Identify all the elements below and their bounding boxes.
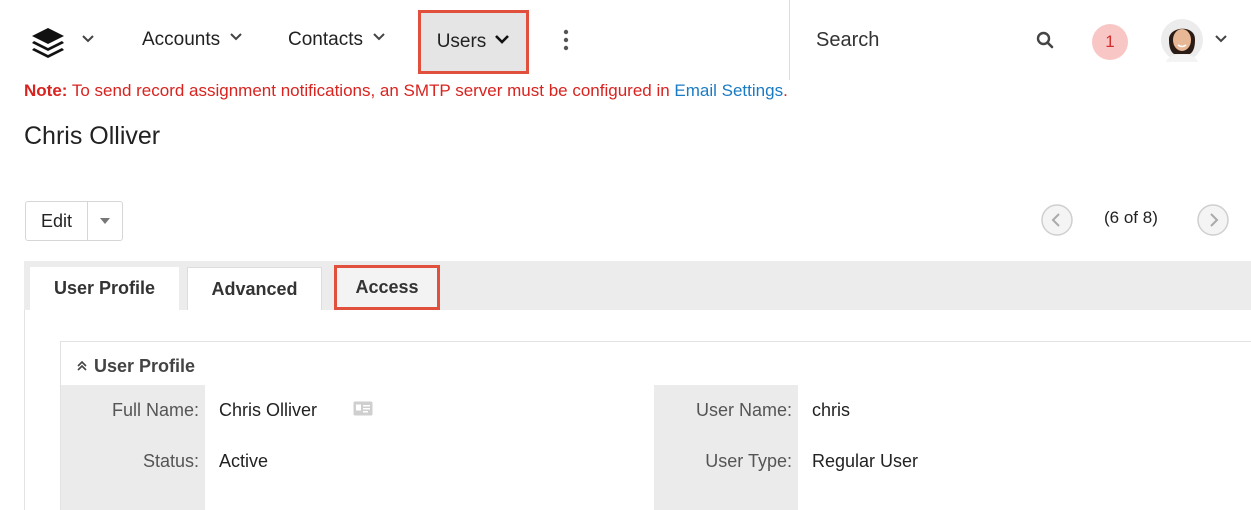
tab-access[interactable]: Access	[334, 265, 440, 310]
nav-accounts[interactable]: Accounts	[142, 29, 244, 51]
record-pager-count: (6 of 8)	[1104, 208, 1158, 227]
edit-button-group: Edit	[25, 201, 124, 241]
edit-button[interactable]: Edit	[26, 202, 89, 240]
smtp-note: Note: To send record assignment notifica…	[24, 81, 788, 101]
email-settings-link[interactable]: Email Settings	[674, 81, 783, 100]
nav-accounts-label: Accounts	[142, 29, 221, 50]
nav-contacts-label: Contacts	[288, 29, 363, 50]
nav-users[interactable]: Users	[418, 10, 529, 74]
search-input[interactable]	[816, 29, 1016, 52]
status-label: Status:	[142, 451, 199, 471]
chevron-down-icon[interactable]	[1213, 31, 1229, 52]
user-type-label: User Type:	[705, 451, 792, 471]
chevron-down-icon[interactable]	[371, 29, 387, 51]
user-name-value: chris	[812, 400, 851, 420]
search-box	[789, 0, 1072, 80]
panel-header-toggle[interactable]: User Profile	[76, 356, 195, 377]
page-title: Chris Olliver	[24, 122, 161, 150]
note-prefix: Note:	[24, 81, 68, 100]
chevron-down-icon[interactable]	[494, 31, 510, 53]
top-navigation: Accounts Contacts Users 1	[0, 0, 1251, 80]
note-suffix: .	[783, 81, 788, 100]
tab-user-profile[interactable]: User Profile	[30, 267, 179, 310]
double-chevron-up-icon	[76, 356, 88, 377]
stack-logo-icon[interactable]	[30, 24, 66, 60]
panel-header-label: User Profile	[94, 356, 196, 376]
notification-badge[interactable]: 1	[1092, 24, 1128, 60]
chevron-down-icon[interactable]	[80, 31, 96, 52]
full-name-value: Chris Olliver	[219, 400, 318, 420]
actions-dropdown-button[interactable]	[88, 202, 122, 240]
nav-users-label: Users	[436, 31, 487, 52]
chevron-right-icon[interactable]	[1196, 203, 1230, 242]
vcard-icon[interactable]	[353, 401, 373, 421]
avatar[interactable]	[1160, 18, 1204, 62]
search-icon[interactable]	[1036, 31, 1054, 54]
full-name-label: Full Name:	[111, 400, 199, 420]
status-value: Active	[219, 451, 269, 471]
user-type-value: Regular User	[812, 451, 919, 471]
note-text: To send record assignment notifications,…	[67, 81, 675, 100]
nav-contacts[interactable]: Contacts	[288, 29, 387, 51]
kebab-menu-icon[interactable]	[560, 28, 572, 57]
chevron-left-icon[interactable]	[1040, 203, 1074, 242]
chevron-down-icon[interactable]	[228, 29, 244, 51]
tab-advanced[interactable]: Advanced	[187, 267, 322, 310]
caret-down-icon	[99, 212, 111, 230]
user-name-label: User Name:	[695, 400, 792, 420]
